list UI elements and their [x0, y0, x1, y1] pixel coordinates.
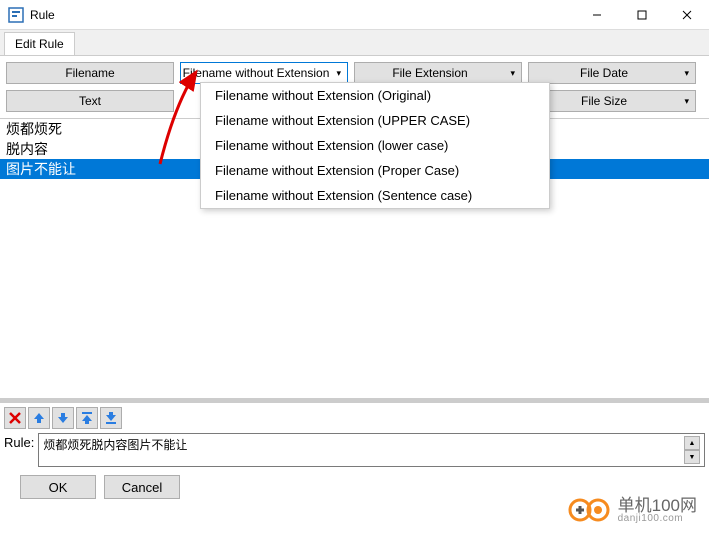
rule-value: 烦都烦死脱内容图片不能让 [43, 436, 187, 464]
watermark: 单机100网 danji100.com [568, 496, 697, 524]
move-down-button[interactable] [52, 407, 74, 429]
dropdown-item[interactable]: Filename without Extension (Sentence cas… [201, 183, 549, 208]
move-top-button[interactable] [76, 407, 98, 429]
rule-row: Rule: 烦都烦死脱内容图片不能让 ▲ ▼ [4, 433, 705, 467]
app-icon [8, 7, 24, 23]
filename-button[interactable]: Filename [6, 62, 174, 84]
window-controls [574, 0, 709, 29]
file-extension-dropdown[interactable]: File Extension [354, 62, 522, 84]
dropdown-item[interactable]: Filename without Extension (Proper Case) [201, 158, 549, 183]
watermark-text: 单机100网 danji100.com [618, 497, 697, 524]
maximize-button[interactable] [619, 0, 664, 29]
close-button[interactable] [664, 0, 709, 29]
bottom-panel: Rule: 烦都烦死脱内容图片不能让 ▲ ▼ OK Cancel [0, 399, 709, 507]
window-title: Rule [30, 8, 574, 22]
text-button[interactable]: Text [6, 90, 174, 112]
file-date-dropdown[interactable]: File Date [528, 62, 696, 84]
watermark-logo-icon [568, 496, 612, 524]
file-size-dropdown[interactable]: File Size [528, 90, 696, 112]
move-up-button[interactable] [28, 407, 50, 429]
dropdown-item[interactable]: Filename without Extension (lower case) [201, 133, 549, 158]
rule-input[interactable]: 烦都烦死脱内容图片不能让 ▲ ▼ [38, 433, 705, 467]
tab-edit-rule[interactable]: Edit Rule [4, 32, 75, 55]
icon-toolbar [4, 407, 705, 429]
dropdown-menu: Filename without Extension (Original) Fi… [200, 82, 550, 209]
titlebar: Rule [0, 0, 709, 30]
watermark-line1: 单机100网 [618, 497, 697, 514]
watermark-line2: danji100.com [618, 514, 697, 524]
spin-up-button[interactable]: ▲ [684, 436, 700, 450]
dropdown-item[interactable]: Filename without Extension (UPPER CASE) [201, 108, 549, 133]
filename-without-ext-dropdown[interactable]: Filename without Extension [180, 62, 348, 84]
rule-label: Rule: [4, 433, 34, 450]
ok-button[interactable]: OK [20, 475, 96, 499]
dropdown-item[interactable]: Filename without Extension (Original) [201, 83, 549, 108]
delete-button[interactable] [4, 407, 26, 429]
spin-buttons: ▲ ▼ [684, 436, 700, 464]
move-bottom-button[interactable] [100, 407, 122, 429]
cancel-button[interactable]: Cancel [104, 475, 180, 499]
tab-bar: Edit Rule [0, 30, 709, 56]
spin-down-button[interactable]: ▼ [684, 450, 700, 464]
minimize-button[interactable] [574, 0, 619, 29]
